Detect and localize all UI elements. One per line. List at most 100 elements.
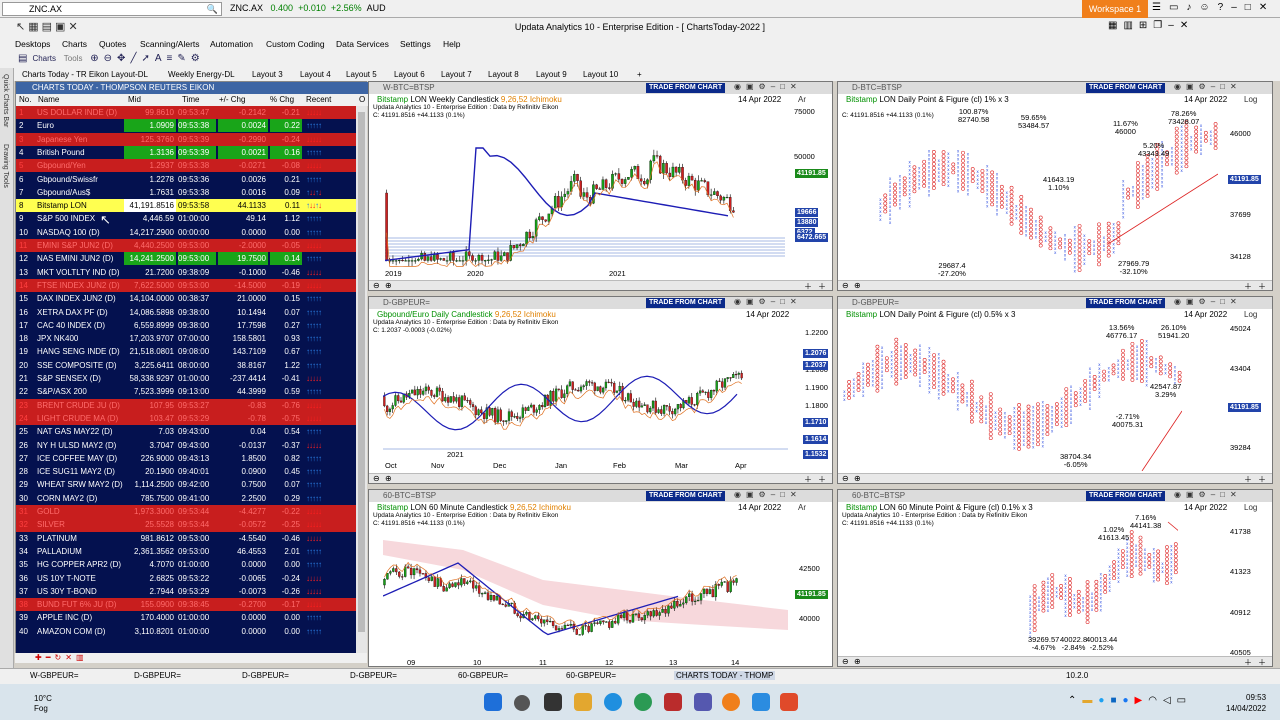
minimize-chart-icon[interactable]: –	[771, 82, 780, 91]
watchlist-row[interactable]: 24 LIGHT CRUDE MA (D) 103.47 09:53:29 -0.78-…	[16, 411, 356, 426]
scroll-right-icon[interactable]: ＋	[1244, 474, 1252, 485]
alert-icon[interactable]: ◉	[1174, 82, 1186, 91]
scroll-end-icon[interactable]: ＋	[818, 474, 826, 485]
line-icon[interactable]: ╱	[130, 53, 141, 64]
task-view-icon[interactable]	[544, 693, 562, 711]
watchlist-row[interactable]: 37 US 30Y T-BOND 2.7944 09:53:29 -0.0073 -0.2…	[16, 585, 356, 598]
col-recent[interactable]: Recent	[306, 95, 331, 104]
watchlist-row[interactable]: 40 AMAZON COM (D) 3,110.8201 01:00:00 0.0000…	[16, 625, 356, 638]
updata-icon[interactable]	[722, 693, 740, 711]
watchlist-row[interactable]: 8 Bitstamp LON 41,191.8516 09:53:58 44.1133 0…	[16, 199, 356, 213]
watchlist-row[interactable]: 15 DAX INDEX JUN2 (D) 14,104.0000 00:38:37 2…	[16, 292, 356, 305]
watchlist-row[interactable]: 28 ICE SUG11 MAY2 (D) 20.1900 09:40:01 0.090…	[16, 465, 356, 478]
col-chg[interactable]: +/- Chg	[219, 95, 245, 104]
watchlist-scroll-thumb[interactable]	[358, 112, 365, 632]
zoom-in-chart-icon[interactable]: ⊕	[385, 474, 392, 483]
chart-settings-icon[interactable]: ⚙	[1199, 82, 1211, 91]
zoom-out-chart-icon[interactable]: ⊖	[842, 281, 849, 290]
minimize-icon[interactable]: –	[1231, 2, 1245, 13]
watchlist-row[interactable]: 39 APPLE INC (D) 170.4000 01:00:00 0.0000 0.0…	[16, 611, 356, 624]
col-no[interactable]: No.	[19, 95, 31, 104]
col-pct[interactable]: % Chg	[270, 95, 294, 104]
layout-tab-8[interactable]: Layout 8	[488, 70, 519, 79]
minimize-chart-icon[interactable]: –	[771, 490, 780, 499]
help-icon[interactable]: ?	[1218, 2, 1232, 13]
grid-icon[interactable]: ▦	[1108, 20, 1123, 31]
watchlist-row[interactable]: 10 NASDAQ 100 (D) 14,217.2900 00:00:00 0.000…	[16, 226, 356, 239]
layout-tab-1[interactable]: Charts Today - TR Eikon Layout-DL	[22, 70, 148, 79]
zoom-in-chart-icon[interactable]: ⊕	[854, 657, 861, 666]
watchlist-row[interactable]: 9 S&P 500 INDEX 4,446.59 01:00:00 49.14 1.12 ↑…	[16, 212, 356, 225]
recorder-icon[interactable]	[780, 693, 798, 711]
tile-icon[interactable]: ⊞	[1139, 20, 1153, 31]
watchlist-row[interactable]: 30 CORN MAY2 (D) 785.7500 09:41:00 2.2500 0.2…	[16, 492, 356, 505]
tools-button[interactable]: Tools	[64, 54, 83, 63]
scroll-right-icon[interactable]: ＋	[1244, 657, 1252, 668]
col-mid[interactable]: Mid	[128, 95, 141, 104]
symbol-search-input[interactable]: ZNC.AX 🔍	[2, 2, 222, 16]
layout-tab-6[interactable]: Layout 6	[394, 70, 425, 79]
watchlist-row[interactable]: 7 Gbpound/Aus$ 1.7631 09:53:38 0.0016 0.09 ↑↓↓…	[16, 186, 356, 199]
watchlist-row[interactable]: 35 HG COPPER APR2 (D) 4.7070 01:00:00 0.0000…	[16, 558, 356, 571]
screen-icon[interactable]: ▭	[1169, 2, 1186, 13]
col-time[interactable]: Time	[182, 95, 199, 104]
teams-icon[interactable]	[694, 693, 712, 711]
close-chart-icon[interactable]: ✕	[1230, 490, 1242, 499]
task-tab-6[interactable]: 60-GBPEUR=	[566, 671, 616, 680]
watchlist-row[interactable]: 23 BRENT CRUDE JU (D) 107.95 09:53:27 -0.83-…	[16, 398, 356, 412]
volume-icon[interactable]: ◁	[1163, 695, 1177, 706]
col-o[interactable]: O	[359, 95, 365, 104]
maximize-icon[interactable]: □	[1245, 2, 1259, 13]
layout-icon[interactable]: ▥	[1123, 20, 1138, 31]
pan-icon[interactable]: ✥	[117, 53, 130, 64]
alert-icon[interactable]: ◉	[734, 490, 746, 499]
remove-icon[interactable]: ━	[46, 653, 55, 662]
chart-settings-icon[interactable]: ⚙	[759, 490, 771, 499]
trade-from-chart-button[interactable]: TRADE FROM CHART	[646, 298, 726, 308]
add-layout-button[interactable]: +	[637, 70, 642, 79]
zoom-in-chart-icon[interactable]: ⊕	[854, 474, 861, 483]
minimize-chart-icon[interactable]: –	[1211, 82, 1220, 91]
watchlist-row[interactable]: 1 US DOLLAR INDE (D) 99.8610 09:53:47 -0.214…	[16, 106, 356, 120]
zoom-out-icon[interactable]: ⊖	[104, 53, 117, 64]
menu-charts[interactable]: Charts	[62, 39, 87, 49]
watchlist-row[interactable]: 5 Gbpound/Yen 1.2937 09:53:38 -0.0271 -0.08 ↓↓…	[16, 159, 356, 173]
scroll-right-icon[interactable]: ＋	[804, 281, 812, 292]
watchlist-row[interactable]: 22 S&P/ASX 200 7,523.3999 09:13:00 44.3999 0.…	[16, 385, 356, 398]
alert-icon[interactable]: ◉	[734, 297, 746, 306]
arrow-icon[interactable]: ➚	[141, 53, 154, 64]
add-icon[interactable]: ✚	[35, 653, 46, 662]
watchlist-row[interactable]: 34 PALLADIUM 2,361.3562 09:53:00 46.4553 2.01…	[16, 545, 356, 558]
trade-from-chart-button[interactable]: TRADE FROM CHART	[1086, 83, 1166, 93]
task-tab-1[interactable]: W-GBPEUR=	[30, 671, 79, 680]
close-chart-icon[interactable]: ✕	[1230, 82, 1242, 91]
minimize-chart-icon[interactable]: –	[1211, 297, 1220, 306]
linkedin-icon[interactable]: ■	[1110, 695, 1122, 706]
restore-icon[interactable]: ❐	[1153, 20, 1168, 31]
zoom-in-chart-icon[interactable]: ⊕	[854, 281, 861, 290]
linkedin-share-icon[interactable]: ▣	[1186, 82, 1199, 91]
facebook-icon[interactable]: ●	[1122, 695, 1134, 706]
clock[interactable]: 09:53 14/04/2022	[1226, 692, 1266, 714]
scroll-right-icon[interactable]: ＋	[1244, 281, 1252, 292]
close-chart-icon[interactable]: ✕	[790, 490, 802, 499]
watchlist-row[interactable]: 17 CAC 40 INDEX (D) 6,559.8999 09:38:00 17.7…	[16, 319, 356, 332]
layout-tab-9[interactable]: Layout 9	[536, 70, 567, 79]
watchlist-row[interactable]: 14 FTSE INDEX JUN2 (D) 7,622.5000 09:53:00-…	[16, 278, 356, 293]
watchlist-row[interactable]: 21 S&P SENSEX (D) 58,338.9297 01:00:00 -237.…	[16, 372, 356, 385]
chart-scrollbar[interactable]: ⊖ ⊕ ＋＋	[369, 473, 832, 485]
close-chart-icon[interactable]: ✕	[790, 82, 802, 91]
scroll-right-icon[interactable]: ＋	[804, 474, 812, 485]
maximize-chart-icon[interactable]: □	[1220, 82, 1230, 91]
alert-icon[interactable]: ◉	[1174, 297, 1186, 306]
file-explorer-icon[interactable]	[574, 693, 592, 711]
charts-button[interactable]: Charts	[32, 54, 56, 63]
maximize-chart-icon[interactable]: □	[780, 82, 790, 91]
menu-settings[interactable]: Settings	[400, 39, 431, 49]
watchlist-row[interactable]: 11 EMINI S&P JUN2 (D) 4,440.2500 09:53:00 -2…	[16, 239, 356, 253]
layout-tab-7[interactable]: Layout 7	[441, 70, 472, 79]
chart-settings-icon[interactable]: ⚙	[759, 82, 771, 91]
edge-icon[interactable]	[604, 693, 622, 711]
watchlist-row[interactable]: 4 British Pound 1.3136 09:53:39 0.0021 0.16 ↑↑…	[16, 145, 356, 159]
text-icon[interactable]: A	[155, 53, 167, 64]
